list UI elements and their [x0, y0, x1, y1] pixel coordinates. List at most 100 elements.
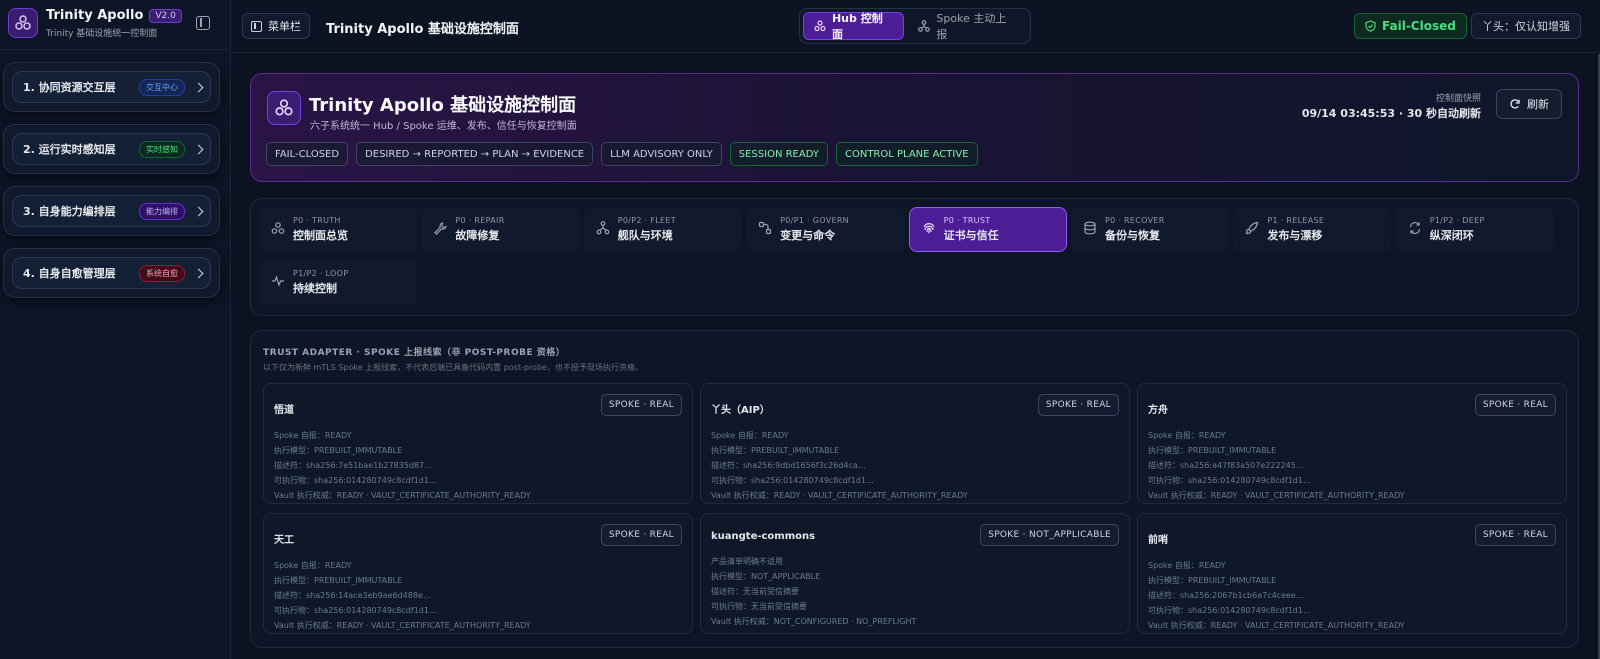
spoke-card: 方舟 SPOKE · REAL Spoke 自报：READY 执行模型：PREBUIL…: [1137, 383, 1567, 504]
trust-title: TRUST ADAPTER · SPOKE 上报线索（非 POST-PROBE …: [263, 348, 566, 358]
nav-tab-label: 发布与漂移: [1267, 229, 1323, 242]
nav-tab-text: P1 · RELEASE 发布与漂移: [1267, 216, 1324, 243]
tab-spoke-report[interactable]: Spoke 主动上报: [908, 12, 1027, 41]
nav-tab[interactable]: P0/P1 · GOVERN 变更与命令: [746, 207, 905, 252]
nav-tab[interactable]: P0/P2 · FLEET 舰队与环境: [583, 207, 742, 252]
topbar: 菜单栏 Trinity Apollo 基础设施控制面 Hub 控制面 Spoke…: [232, 0, 1600, 53]
nav-tab-label: 故障修复: [455, 229, 500, 242]
spoke-detail-line: Vault 执行权威：READY · VAULT_CERTIFICATE_AUT…: [274, 621, 531, 630]
status-tag: LLM ADVISORY ONLY: [601, 142, 722, 166]
nav-tab[interactable]: P1/P2 · LOOP 持续控制: [259, 260, 417, 305]
fleet-icon: [596, 220, 610, 239]
nav-tab[interactable]: P1 · RELEASE 发布与漂移: [1233, 207, 1392, 252]
spoke-detail-line: 执行模型：PREBUILT_IMMUTABLE: [274, 576, 403, 585]
fail-closed-label: Fail-Closed: [1382, 19, 1456, 33]
nav-tab[interactable]: P1/P2 · DEEP 纵深闭环: [1395, 207, 1554, 252]
nav-tab-text: P0 · REPAIR 故障修复: [455, 216, 504, 243]
nav-tab-code: P0 · RECOVER: [1105, 216, 1165, 225]
spoke-details: Spoke 自报：READY 执行模型：PREBUILT_IMMUTABLE 描述符…: [711, 428, 1119, 503]
spoke-detail-line: 执行模型：PREBUILT_IMMUTABLE: [711, 446, 840, 455]
layer-badge: 交互中心: [139, 78, 185, 96]
nav-tab-label: 备份与恢复: [1105, 229, 1160, 242]
hero-title: Trinity Apollo 基础设施控制面: [309, 95, 577, 116]
nav-tab-text: P0 · TRUST 证书与信任: [944, 216, 999, 243]
database-icon: [1083, 220, 1097, 239]
govern-icon: [758, 220, 772, 239]
spoke-detail-line: Spoke 自报：READY: [711, 431, 789, 440]
nav-tab[interactable]: P0 · TRUST 证书与信任: [908, 207, 1067, 252]
spoke-detail-line: Vault 执行权威：NOT_CONFIGURED · NO_PREFLIGHT: [711, 617, 917, 626]
version-badge: V2.0: [149, 8, 182, 23]
nav-tab-label: 变更与命令: [780, 229, 836, 242]
nav-tab[interactable]: P0 · RECOVER 备份与恢复: [1071, 207, 1229, 252]
nav-tab-code: P0 · TRUTH: [293, 216, 341, 225]
collapse-sidebar-icon[interactable]: [196, 16, 210, 30]
spoke-details: Spoke 自报：READY 执行模型：PREBUILT_IMMUTABLE 描述符…: [274, 558, 682, 633]
nav-tab-label: 持续控制: [293, 282, 337, 295]
sidebar-item-label: 3. 自身能力编排层: [23, 205, 116, 218]
sidebar-item-label: 2. 运行实时感知层: [23, 143, 116, 156]
tab-hub-control[interactable]: Hub 控制面: [803, 12, 905, 41]
nav-tab-text: P1/P2 · DEEP 纵深闭环: [1430, 216, 1485, 243]
page-title: Trinity Apollo 基础设施控制面: [326, 22, 519, 37]
spoke-card: kuangte-commons SPOKE · NOT_APPLICABLE 产品清…: [700, 513, 1130, 634]
nav-tab-text: P1/P2 · LOOP 持续控制: [293, 269, 348, 296]
nav-tab-text: P0 · RECOVER 备份与恢复: [1105, 216, 1165, 243]
spoke-detail-line: Spoke 自报：READY: [1148, 561, 1226, 570]
tab-spoke-label: Spoke 主动上报: [936, 12, 1007, 41]
layer-badge: 系统自愈: [139, 264, 185, 282]
chevron-right-icon: [193, 82, 204, 92]
spoke-detail-line: 可执行物：sha256:014280749c8cdf1d1…: [274, 476, 437, 485]
hero-subtitle: 六子系统统一 Hub / Spoke 运维、发布、信任与恢复控制面: [310, 121, 577, 132]
sidebar: Trinity Apollo V2.0 Trinity 基础设施统一控制面 1.…: [0, 0, 231, 659]
nav-tab-code: P0/P1 · GOVERN: [780, 216, 849, 225]
spoke-detail-line: 描述符：sha256:9dbd1656f3c26d4ca…: [711, 461, 866, 470]
brand-logo-icon: [8, 8, 38, 38]
menu-button[interactable]: 菜单栏: [242, 13, 310, 39]
menu-icon: [251, 20, 262, 32]
spoke-status-badge: SPOKE · REAL: [1474, 394, 1556, 416]
layer-card: 1. 协同资源交互层 交互中心: [3, 62, 220, 112]
fail-closed-badge: Fail-Closed: [1354, 13, 1467, 39]
spoke-detail-line: 描述符：sha256:a47f83a507e222245…: [1148, 461, 1304, 470]
hero-logo-icon: [267, 91, 301, 125]
nav-tab-code: P0 · TRUST: [943, 216, 991, 225]
trust-adapter-panel: TRUST ADAPTER · SPOKE 上报线索（非 POST-PROBE …: [250, 330, 1579, 648]
spoke-detail-line: 可执行物：sha256:014280749c8cdf1d1…: [274, 606, 437, 615]
layer-card: 4. 自身自愈管理层 系统自愈: [3, 248, 220, 298]
spoke-details: Spoke 自报：READY 执行模型：PREBUILT_IMMUTABLE 描述符…: [274, 428, 682, 503]
trust-subtitle: 以下仅为新鲜 mTLS Spoke 上报线索，不代表后端已具备代码内置 post…: [263, 363, 643, 372]
sidebar-item-layer-1[interactable]: 1. 协同资源交互层 交互中心: [12, 71, 211, 103]
sidebar-item-label: 1. 协同资源交互层: [23, 81, 116, 94]
chevron-right-icon: [193, 206, 204, 216]
spoke-detail-line: 执行模型：PREBUILT_IMMUTABLE: [274, 446, 403, 455]
nav-tab[interactable]: P0 · TRUTH 控制面总览: [259, 207, 417, 252]
nav-tab[interactable]: P0 · REPAIR 故障修复: [421, 207, 580, 252]
spoke-detail-line: 可执行物：sha256:014280749c8cdf1d1…: [1148, 606, 1311, 615]
spoke-detail-line: 描述符：无当前受信摘要: [711, 587, 799, 596]
nav-tab-text: P0 · TRUTH 控制面总览: [293, 216, 348, 243]
pulse-icon: [271, 273, 285, 292]
spoke-detail-line: 产品清单明确不适用: [711, 557, 783, 566]
loop-icon: [1408, 220, 1422, 239]
spoke-card: 前哨 SPOKE · REAL Spoke 自报：READY 执行模型：PREBUIL…: [1137, 513, 1567, 634]
sidebar-item-layer-4[interactable]: 4. 自身自愈管理层 系统自愈: [12, 257, 211, 289]
spoke-detail-line: 执行模型：PREBUILT_IMMUTABLE: [1148, 576, 1277, 585]
sidebar-item-layer-2[interactable]: 2. 运行实时感知层 实时感知: [12, 133, 211, 165]
sidebar-item-layer-3[interactable]: 3. 自身能力编排层 能力编排: [12, 195, 211, 227]
spoke-detail-line: Vault 执行权威：READY · VAULT_CERTIFICATE_AUT…: [1148, 621, 1405, 630]
refresh-button[interactable]: 刷新: [1496, 89, 1562, 119]
spoke-detail-line: Vault 执行权威：READY · VAULT_CERTIFICATE_AUT…: [274, 491, 531, 500]
nav-tab-label: 纵深闭环: [1429, 229, 1474, 242]
spoke-status-badge: SPOKE · NOT_APPLICABLE: [980, 524, 1119, 546]
layer-list: 1. 协同资源交互层 交互中心 2. 运行实时感知层 实时感知 3. 自身能力编排层 能力…: [0, 62, 230, 298]
menu-label: 菜单栏: [268, 20, 301, 33]
spoke-detail-line: 执行模型：NOT_APPLICABLE: [711, 572, 821, 581]
spoke-card: 天工 SPOKE · REAL Spoke 自报：READY 执行模型：PREBUIL…: [263, 513, 693, 634]
snapshot-time: 09/14 03:45:53 · 30 秒自动刷新: [1301, 107, 1481, 120]
rocket-icon: [1245, 220, 1259, 239]
cognition-mode-pill[interactable]: 丫头：仅认知增强: [1471, 13, 1581, 39]
spoke-detail-line: 描述符：sha256:2067b1cb6a7c4ceee…: [1148, 591, 1304, 600]
refresh-icon: [1510, 99, 1520, 109]
spoke-detail-line: 描述符：sha256:7e51bae1b27835d87…: [274, 461, 433, 470]
